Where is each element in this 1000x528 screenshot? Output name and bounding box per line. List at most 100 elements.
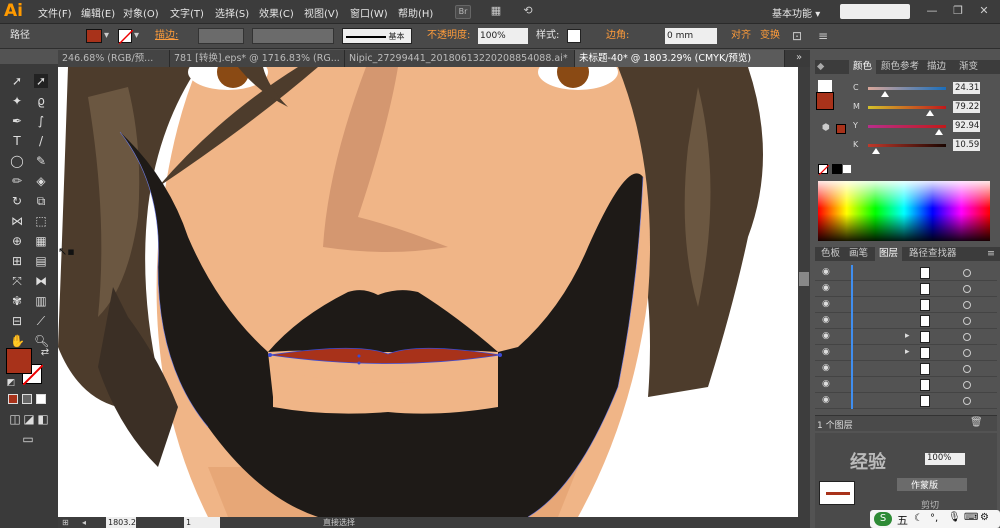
- artboard-canvas[interactable]: ↖▪: [58, 67, 798, 517]
- opacity-input[interactable]: 100%: [478, 28, 528, 44]
- draw-behind-icon[interactable]: ◪: [22, 412, 36, 426]
- cyan-slider[interactable]: [868, 87, 946, 90]
- layer-row[interactable]: ◉: [815, 361, 997, 377]
- visibility-eye-icon[interactable]: ◉: [822, 348, 832, 357]
- arrange-documents-icon[interactable]: ▦: [486, 4, 506, 18]
- lasso-icon[interactable]: ϱ: [34, 94, 48, 108]
- tab-color[interactable]: 颜色: [849, 60, 877, 74]
- rotate-tool-icon[interactable]: ↻: [10, 194, 24, 208]
- visibility-eye-icon[interactable]: ◉: [822, 268, 832, 277]
- mic-icon[interactable]: 🎙︎: [948, 512, 961, 523]
- perspective-grid-icon[interactable]: ▦: [34, 234, 48, 248]
- yellow-value[interactable]: 92.94: [953, 120, 980, 132]
- menu-select[interactable]: 选择(S): [215, 5, 249, 20]
- page-input[interactable]: 1: [184, 517, 220, 528]
- pen-tool-icon[interactable]: ✒: [10, 114, 24, 128]
- corner-label[interactable]: 边角:: [606, 28, 629, 44]
- transform-link[interactable]: 变换: [760, 28, 780, 44]
- black-value[interactable]: 10.59: [953, 139, 980, 151]
- panel-collapse-icon[interactable]: ◆: [817, 61, 824, 72]
- ellipse-tool-icon[interactable]: ◯: [10, 154, 24, 168]
- magic-wand-icon[interactable]: ✦: [10, 94, 24, 108]
- stroke-weight-dropdown[interactable]: [198, 28, 244, 44]
- black-slider[interactable]: [868, 144, 946, 147]
- white-swatch[interactable]: [842, 164, 852, 174]
- stroke-none-swatch[interactable]: [118, 29, 134, 45]
- mesh-tool-icon[interactable]: ⊞: [10, 254, 24, 268]
- gpu-icon[interactable]: ⟲: [518, 4, 538, 18]
- fill-small-swatch[interactable]: [816, 92, 834, 110]
- menu-type[interactable]: 文字(T): [170, 5, 204, 20]
- layer-row[interactable]: ◉: [815, 281, 997, 297]
- artboard-nav-icon[interactable]: ⊞: [62, 517, 69, 528]
- zoom-input[interactable]: 1803.2: [106, 517, 136, 528]
- target-circle-icon[interactable]: [963, 349, 971, 357]
- menu-effect[interactable]: 效果(C): [259, 5, 294, 20]
- graphic-style-swatch[interactable]: [567, 29, 581, 43]
- visibility-eye-icon[interactable]: ◉: [822, 300, 832, 309]
- menu-window[interactable]: 窗口(W): [350, 5, 388, 20]
- stroke-label[interactable]: 描边:: [155, 28, 178, 44]
- layer-row[interactable]: ◉ ▸: [815, 345, 997, 361]
- color-mode-icon[interactable]: [8, 394, 18, 404]
- layer-row[interactable]: ◉: [815, 313, 997, 329]
- opacity-field[interactable]: 100%: [925, 453, 965, 465]
- target-circle-icon[interactable]: [963, 269, 971, 277]
- eraser-icon[interactable]: ◈: [34, 174, 48, 188]
- cyan-knob[interactable]: [881, 91, 889, 97]
- yellow-knob[interactable]: [935, 129, 943, 135]
- cyan-value[interactable]: 24.31: [953, 82, 980, 94]
- visibility-eye-icon[interactable]: ◉: [822, 332, 832, 341]
- scale-tool-icon[interactable]: ⧉: [34, 194, 48, 208]
- tabs-overflow-icon[interactable]: »: [796, 52, 802, 63]
- vertical-scrollbar[interactable]: [798, 67, 810, 517]
- search-input[interactable]: [840, 4, 910, 19]
- shape-builder-icon[interactable]: ⊕: [10, 234, 24, 248]
- pencil-icon[interactable]: ✏: [10, 174, 24, 188]
- direct-selection-tool-icon[interactable]: ➚: [34, 74, 48, 88]
- slice-tool-icon[interactable]: ⟋: [34, 314, 48, 328]
- graph-tool-icon[interactable]: ▥: [34, 294, 48, 308]
- menu-help[interactable]: 帮助(H): [398, 5, 433, 20]
- hand-tool-icon[interactable]: ✋: [10, 334, 25, 348]
- symbol-sprayer-icon[interactable]: ✾: [10, 294, 24, 308]
- opacity-label[interactable]: 不透明度:: [427, 28, 470, 44]
- magenta-knob[interactable]: [926, 110, 934, 116]
- tab-document-3[interactable]: Nipic_27299441_20180613220208854088.ai*: [345, 50, 575, 67]
- draw-inside-icon[interactable]: ◧: [36, 412, 50, 426]
- none-swatch[interactable]: [818, 164, 830, 176]
- scroll-thumb[interactable]: [799, 272, 809, 286]
- eyedropper-icon[interactable]: ⤧: [10, 274, 24, 288]
- close-icon[interactable]: ✕: [974, 4, 994, 18]
- color-spectrum[interactable]: [818, 181, 990, 241]
- width-tool-icon[interactable]: ⋈: [10, 214, 24, 228]
- type-tool-icon[interactable]: T: [10, 134, 24, 148]
- target-circle-icon[interactable]: [963, 397, 971, 405]
- tab-document-1[interactable]: 246.68% (RGB/预...: [58, 50, 170, 67]
- blend-tool-icon[interactable]: ⧓: [34, 274, 48, 288]
- tab-layers[interactable]: 图层: [875, 247, 903, 261]
- target-circle-icon[interactable]: [963, 381, 971, 389]
- moon-icon[interactable]: ☾: [914, 513, 923, 524]
- fill-color-box[interactable]: [6, 348, 32, 374]
- menu-object[interactable]: 对象(O): [123, 5, 159, 20]
- options-icon[interactable]: ≡: [818, 28, 828, 44]
- visibility-eye-icon[interactable]: ◉: [822, 380, 832, 389]
- tab-document-4[interactable]: 未标题-40* @ 1803.29% (CMYK/预览): [575, 50, 785, 67]
- isolate-icon[interactable]: ⊡: [792, 28, 802, 44]
- delete-layer-icon[interactable]: 🗑︎: [970, 417, 983, 428]
- keyboard-icon[interactable]: ⌨: [964, 512, 978, 523]
- default-colors-icon[interactable]: ◩: [4, 376, 18, 390]
- fill-swatch[interactable]: [86, 29, 102, 43]
- ime-mode[interactable]: 五: [897, 512, 908, 528]
- minimize-icon[interactable]: —: [922, 4, 942, 18]
- layer-row[interactable]: ◉: [815, 297, 997, 313]
- settings-icon[interactable]: ⚙: [980, 512, 989, 523]
- free-transform-icon[interactable]: ⬚: [34, 214, 48, 228]
- visibility-eye-icon[interactable]: ◉: [822, 316, 832, 325]
- selection-tool-icon[interactable]: ➚: [10, 74, 24, 88]
- paintbrush-icon[interactable]: ✎: [34, 154, 48, 168]
- nav-prev-icon[interactable]: ◂: [82, 517, 86, 528]
- mask-thumbnail[interactable]: [819, 481, 855, 505]
- restore-icon[interactable]: ❐: [948, 4, 968, 18]
